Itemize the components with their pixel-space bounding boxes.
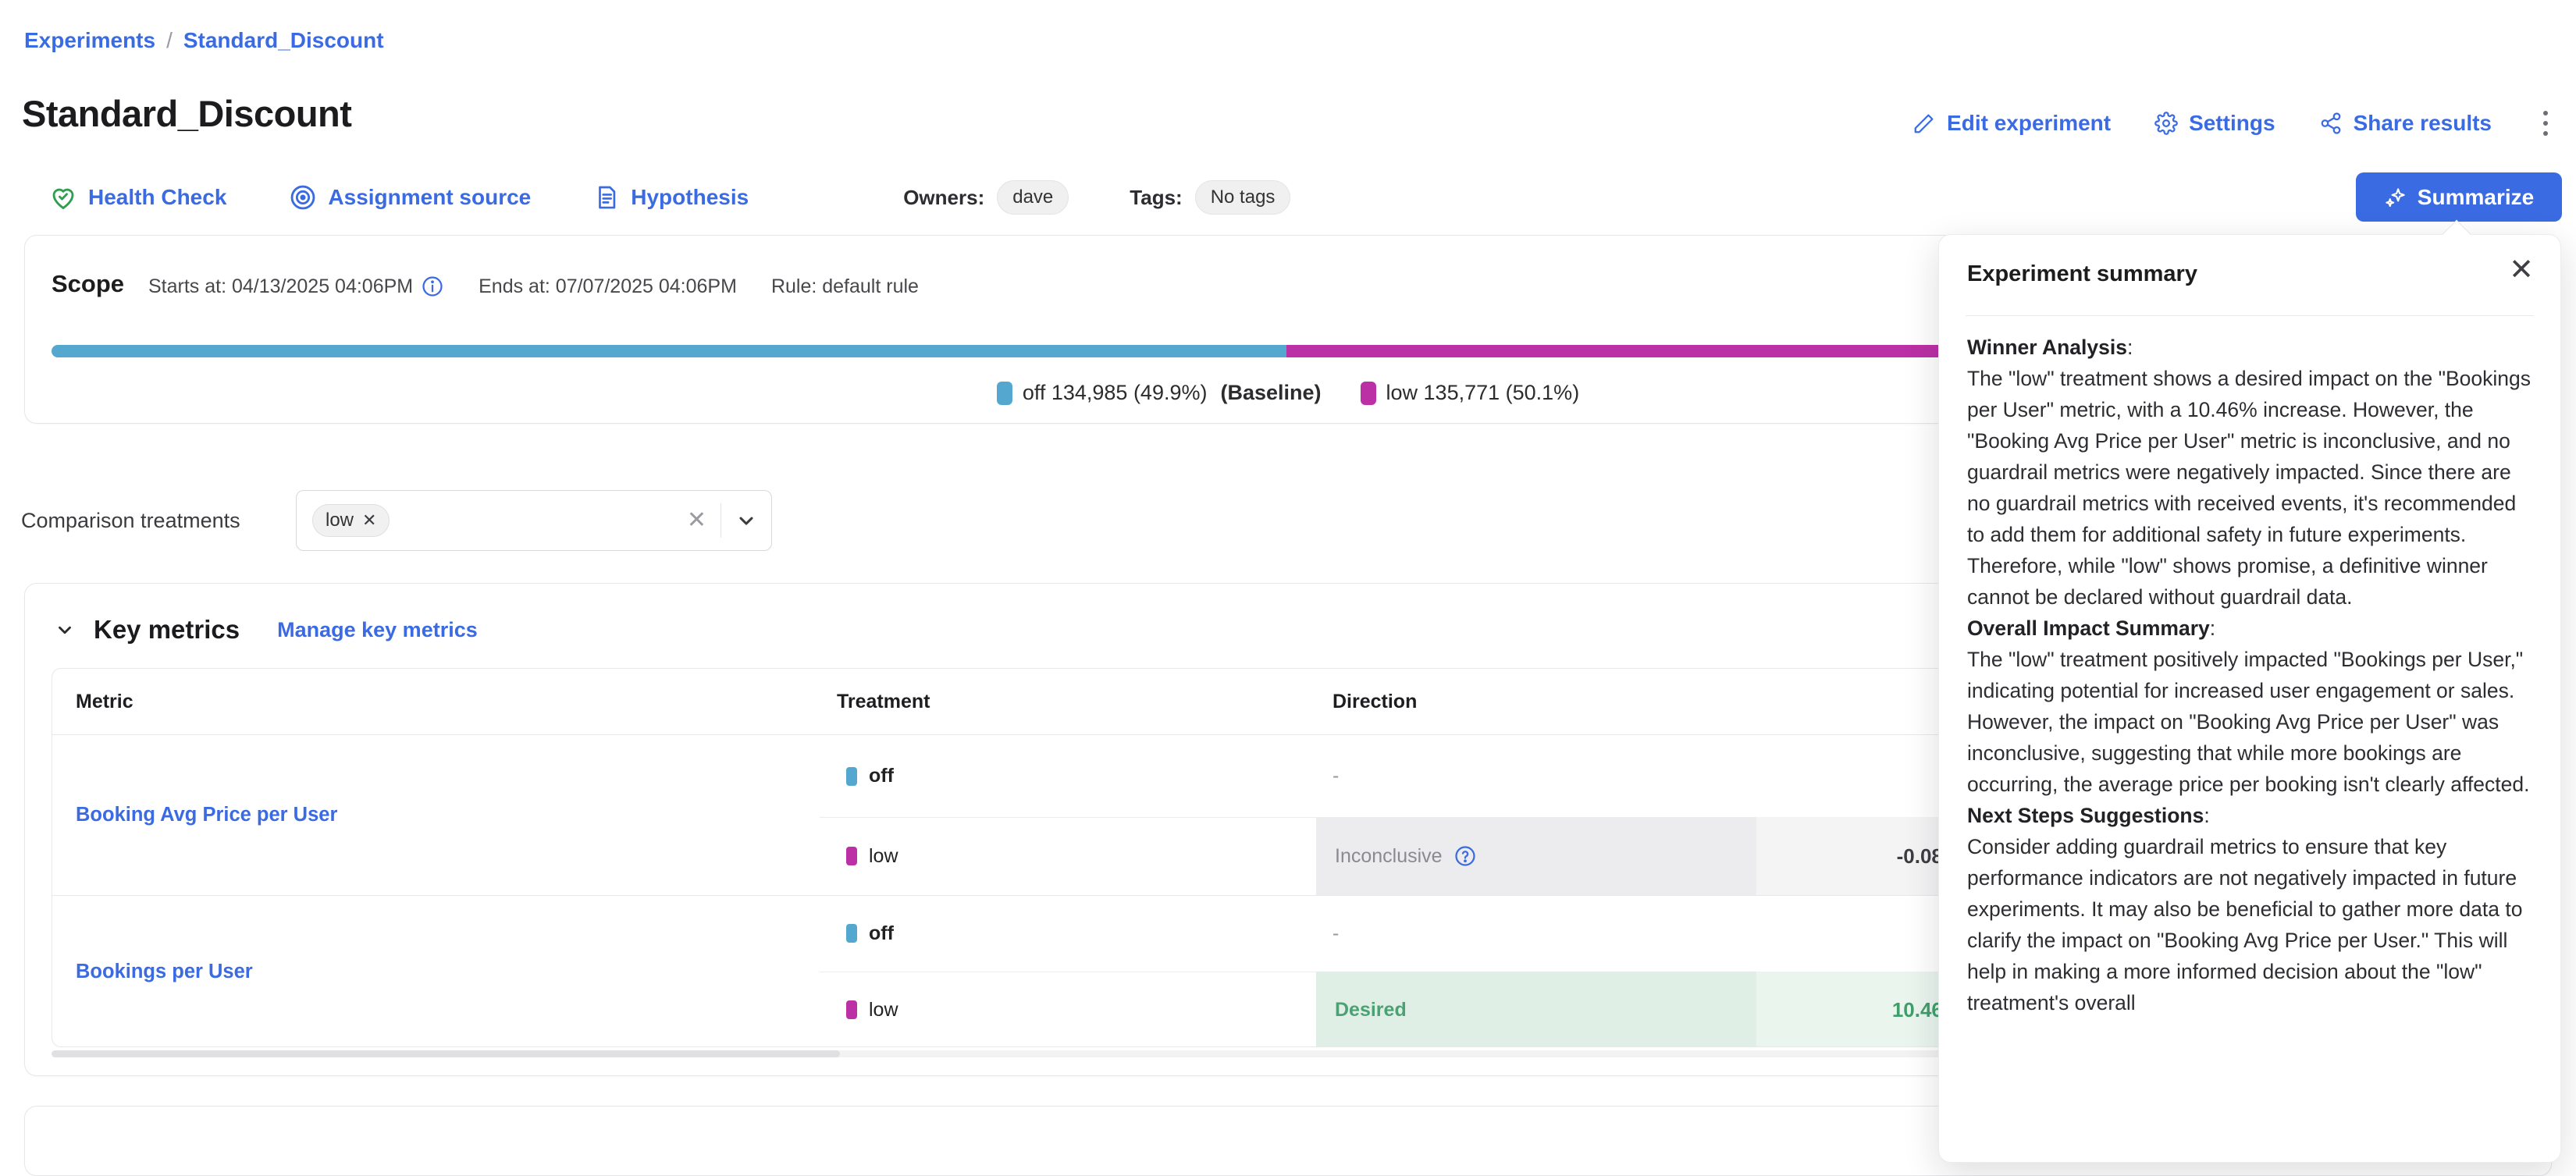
summary-section-winner: Winner Analysis: The "low" treatment sho… — [1967, 332, 2537, 613]
manage-key-metrics-link[interactable]: Manage key metrics — [277, 618, 478, 642]
treatment-cell-low: low — [846, 972, 898, 1047]
col-header-treatment: Treatment — [837, 669, 930, 735]
treatment-swatch-low — [846, 847, 857, 865]
metric-link-bookings-per-user[interactable]: Bookings per User — [76, 895, 253, 1047]
breadcrumb-separator: / — [166, 28, 173, 53]
legend-swatch-off — [997, 382, 1012, 405]
col-header-direction: Direction — [1332, 669, 1417, 735]
summary-section-overall: Overall Impact Summary: The "low" treatm… — [1967, 613, 2537, 800]
scope-rule: Rule: default rule — [771, 275, 919, 298]
select-clear-icon[interactable]: ✕ — [687, 509, 706, 532]
treatment-swatch-low — [846, 1000, 857, 1019]
heart-check-icon — [49, 183, 77, 211]
horizontal-scrollbar[interactable] — [52, 1050, 1961, 1057]
share-results-button[interactable]: Share results — [2319, 111, 2492, 136]
owner-pill[interactable]: dave — [997, 180, 1069, 215]
sparkles-icon — [2384, 186, 2407, 209]
direction-cell-inconclusive: Inconclusive — [1316, 817, 1756, 895]
pencil-icon — [1912, 112, 1936, 135]
summary-text: Consider adding guardrail metrics to ens… — [1967, 831, 2537, 1018]
meta-row: Health Check Assignment source Hypothesi… — [49, 176, 1290, 219]
scope-ends: Ends at: 07/07/2025 04:06PM — [479, 275, 737, 298]
help-circle-icon[interactable] — [1453, 844, 1477, 868]
target-icon — [289, 183, 317, 211]
key-metrics-title: Key metrics — [94, 615, 240, 645]
treatment-chip-low[interactable]: low ✕ — [312, 504, 390, 537]
breadcrumb: Experiments / Standard_Discount — [24, 28, 384, 53]
chevron-down-icon[interactable] — [735, 510, 757, 531]
header-actions: Edit experiment Settings Share results — [1912, 108, 2556, 139]
legend-item-off: off 134,985 (49.9%) (Baseline) — [997, 381, 1322, 405]
direction-cell-dash: - — [1332, 735, 1339, 817]
treatment-cell-off: off — [846, 735, 894, 817]
owners-group: Owners: dave — [903, 180, 1069, 215]
document-icon — [593, 184, 620, 211]
summarize-button[interactable]: Summarize — [2356, 172, 2562, 222]
close-icon[interactable]: ✕ — [2509, 255, 2534, 285]
allocation-segment-off — [52, 345, 1286, 357]
gear-icon — [2154, 112, 2178, 135]
more-options-button[interactable] — [2535, 108, 2556, 139]
hypothesis-link[interactable]: Hypothesis — [593, 184, 749, 211]
comparison-treatments-label: Comparison treatments — [21, 509, 240, 533]
health-check-link[interactable]: Health Check — [49, 183, 226, 211]
page-title: Standard_Discount — [22, 92, 351, 135]
settings-button[interactable]: Settings — [2154, 111, 2275, 136]
legend-swatch-low — [1361, 382, 1376, 405]
summary-section-next-steps: Next Steps Suggestions: Consider adding … — [1967, 800, 2537, 1018]
panel-divider — [1966, 315, 2534, 316]
chip-remove-icon[interactable]: ✕ — [362, 510, 376, 531]
info-icon[interactable] — [421, 275, 444, 298]
direction-cell-dash: - — [1332, 895, 1339, 972]
treatment-swatch-off — [846, 767, 857, 786]
select-divider — [720, 503, 721, 538]
collapse-chevron-icon[interactable] — [55, 620, 75, 640]
scrollbar-thumb[interactable] — [52, 1050, 840, 1057]
breadcrumb-current-link[interactable]: Standard_Discount — [183, 28, 384, 53]
metric-link-booking-avg-price[interactable]: Booking Avg Price per User — [76, 735, 337, 895]
summary-text: The "low" treatment positively impacted … — [1967, 644, 2537, 800]
comparison-treatments-select[interactable]: low ✕ ✕ — [296, 490, 772, 551]
scope-starts: Starts at: 04/13/2025 04:06PM — [148, 275, 444, 298]
experiment-summary-panel: Experiment summary ✕ Winner Analysis: Th… — [1938, 234, 2561, 1163]
tags-pill[interactable]: No tags — [1195, 180, 1291, 215]
treatment-cell-off: off — [846, 895, 894, 972]
tags-label: Tags: — [1130, 186, 1182, 210]
summary-text: The "low" treatment shows a desired impa… — [1967, 363, 2537, 613]
owners-label: Owners: — [903, 186, 984, 210]
direction-cell-desired: Desired — [1316, 972, 1756, 1047]
treatment-cell-low: low — [846, 817, 898, 895]
share-icon — [2319, 112, 2343, 135]
panel-body: Winner Analysis: The "low" treatment sho… — [1967, 332, 2537, 1018]
key-metrics-header: Key metrics Manage key metrics — [55, 613, 478, 646]
assignment-source-link[interactable]: Assignment source — [289, 183, 531, 211]
baseline-tag: (Baseline) — [1220, 381, 1321, 405]
col-header-metric: Metric — [76, 669, 133, 735]
edit-experiment-button[interactable]: Edit experiment — [1912, 111, 2111, 136]
panel-title: Experiment summary — [1967, 261, 2197, 287]
breadcrumb-experiments-link[interactable]: Experiments — [24, 28, 155, 53]
scope-title: Scope — [52, 270, 124, 298]
legend-item-low: low 135,771 (50.1%) — [1361, 381, 1580, 405]
treatment-swatch-off — [846, 924, 857, 943]
scope-meta: Starts at: 04/13/2025 04:06PM Ends at: 0… — [148, 275, 919, 298]
tags-group: Tags: No tags — [1130, 180, 1290, 215]
